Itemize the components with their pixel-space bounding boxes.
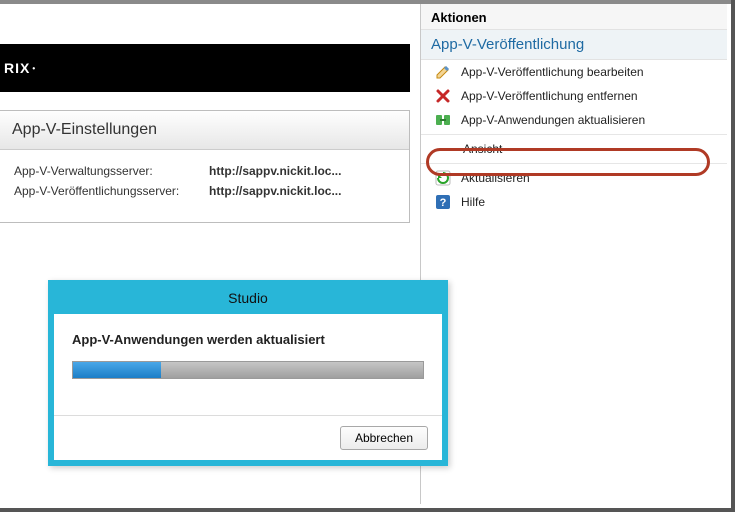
action-label: App-V-Veröffentlichung bearbeiten [461, 65, 644, 79]
action-refresh-applications[interactable]: App-V-Anwendungen aktualisieren [421, 108, 727, 132]
settings-body: App-V-Verwaltungsserver: http://sappv.ni… [0, 150, 409, 222]
main-content: RIX • App-V-Einstellungen App-V-Verwaltu… [0, 44, 410, 223]
actions-header: Aktionen [421, 4, 727, 30]
action-remove-publishing[interactable]: App-V-Veröffentlichung entfernen [421, 84, 727, 108]
settings-value: http://sappv.nickit.loc... [209, 184, 341, 198]
actions-pane: Aktionen App-V-Veröffentlichung App-V-Ve… [420, 4, 727, 504]
settings-row: App-V-Veröffentlichungsserver: http://sa… [14, 184, 395, 198]
progress-bar [72, 361, 424, 379]
settings-title: App-V-Einstellungen [0, 111, 409, 150]
settings-value: http://sappv.nickit.loc... [209, 164, 341, 178]
action-refresh[interactable]: Aktualisieren [421, 166, 727, 190]
progress-dialog: Studio App-V-Anwendungen werden aktualis… [48, 280, 448, 466]
brand-dot: • [32, 64, 36, 73]
action-label: App-V-Veröffentlichung entfernen [461, 89, 638, 103]
divider [421, 163, 727, 164]
delete-icon [435, 88, 451, 104]
action-label: Hilfe [461, 195, 485, 209]
brand-logo-text: RIX [4, 60, 30, 76]
actions-subheader: App-V-Veröffentlichung [421, 30, 727, 60]
help-icon: ? [435, 194, 451, 210]
settings-label: App-V-Verwaltungsserver: [14, 164, 209, 178]
action-label: Aktualisieren [461, 171, 530, 185]
action-view[interactable]: Ansicht [421, 137, 727, 161]
action-help[interactable]: ? Hilfe [421, 190, 727, 214]
pencil-icon [435, 64, 451, 80]
action-label: Ansicht [463, 142, 502, 156]
brand-bar: RIX • [0, 44, 410, 92]
action-edit-publishing[interactable]: App-V-Veröffentlichung bearbeiten [421, 60, 727, 84]
divider [421, 134, 727, 135]
refresh-icon [435, 170, 451, 186]
action-label: App-V-Anwendungen aktualisieren [461, 113, 645, 127]
settings-label: App-V-Veröffentlichungsserver: [14, 184, 209, 198]
svg-text:?: ? [440, 197, 447, 209]
settings-panel: App-V-Einstellungen App-V-Verwaltungsser… [0, 110, 410, 223]
dialog-body: App-V-Anwendungen werden aktualisiert [54, 314, 442, 415]
dialog-message: App-V-Anwendungen werden aktualisiert [72, 332, 424, 347]
dialog-title: Studio [54, 286, 442, 314]
progress-fill [73, 362, 161, 378]
refresh-green-icon [435, 112, 451, 128]
cancel-button[interactable]: Abbrechen [340, 426, 428, 450]
settings-row: App-V-Verwaltungsserver: http://sappv.ni… [14, 164, 395, 178]
dialog-footer: Abbrechen [54, 415, 442, 460]
